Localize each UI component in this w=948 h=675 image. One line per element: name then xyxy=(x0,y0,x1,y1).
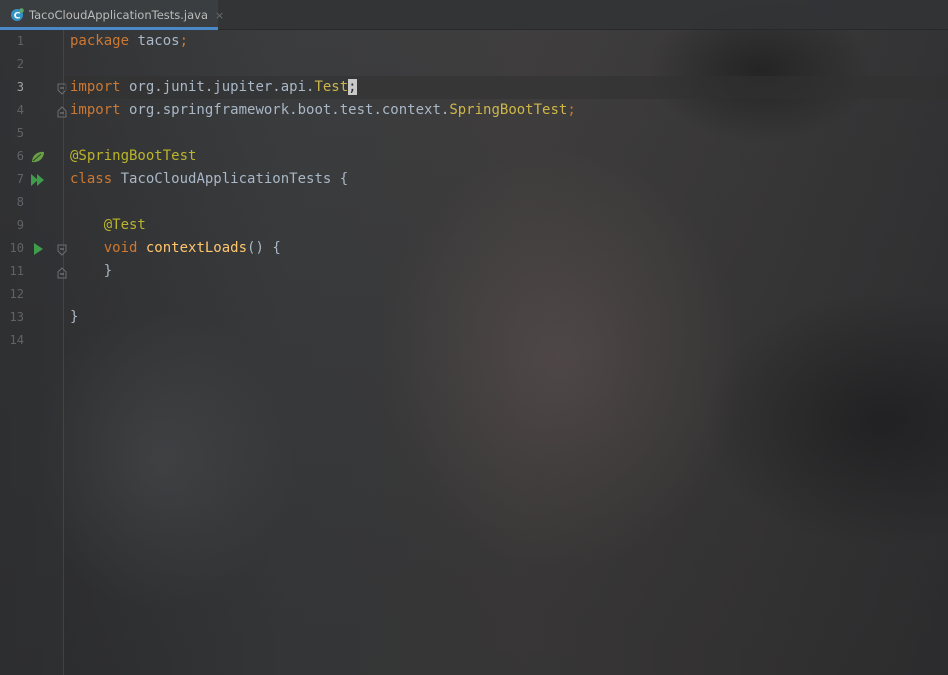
code-editor[interactable]: package tacos; import org.junit.jupiter.… xyxy=(65,30,948,675)
line-number: 13 xyxy=(9,310,24,324)
close-icon[interactable]: × xyxy=(215,9,224,22)
keyword: import xyxy=(70,79,121,95)
line-number: 8 xyxy=(16,195,24,209)
line-number: 2 xyxy=(16,57,24,71)
code-line-13[interactable]: } xyxy=(70,306,78,329)
code-line-7[interactable]: class TacoCloudApplicationTests { xyxy=(70,168,348,191)
semicolon: ; xyxy=(179,33,189,49)
run-all-tests-icon[interactable] xyxy=(30,172,46,188)
tab-tacocloudapplicationtests[interactable]: C TacoCloudApplicationTests.java × xyxy=(0,0,224,30)
text-cursor: ; xyxy=(348,79,357,95)
svg-text:C: C xyxy=(14,11,21,21)
line-number: 5 xyxy=(16,126,24,140)
semicolon: ; xyxy=(567,102,576,118)
spring-bean-icon[interactable] xyxy=(30,149,46,165)
keyword: import xyxy=(70,102,121,118)
method-params: () { xyxy=(247,240,281,256)
tab-title: TacoCloudApplicationTests.java xyxy=(29,8,209,22)
import-path: org.junit.jupiter.api. xyxy=(120,79,315,95)
import-path: org.springframework.boot.test.context. xyxy=(120,102,450,118)
line-number: 7 xyxy=(16,172,24,186)
code-line-3[interactable]: import org.junit.jupiter.api.Test; xyxy=(70,76,357,99)
line-number: 10 xyxy=(9,241,24,255)
line-number: 9 xyxy=(16,218,24,232)
annotation: @Test xyxy=(103,217,146,233)
editor-gutter: 1 2 3 4 5 6 7 8 9 10 11 12 13 14 xyxy=(0,30,67,675)
annotation: @SpringBootTest xyxy=(70,148,197,164)
class-name: TacoCloudApplicationTests xyxy=(112,171,332,187)
package-name: tacos xyxy=(129,33,180,49)
line-number: 4 xyxy=(16,103,24,117)
code-line-1[interactable]: package tacos; xyxy=(70,30,188,53)
editor-tab-bar: C TacoCloudApplicationTests.java × xyxy=(0,0,948,30)
imported-type: SpringBootTest xyxy=(449,102,568,118)
line-number: 1 xyxy=(16,34,24,48)
code-line-11[interactable]: } xyxy=(70,260,112,283)
line-number: 11 xyxy=(9,264,24,278)
code-line-4[interactable]: import org.springframework.boot.test.con… xyxy=(70,99,576,122)
line-number: 6 xyxy=(16,149,24,163)
method-name: contextLoads xyxy=(145,240,248,256)
ide-window: C TacoCloudApplicationTests.java × 1 2 3… xyxy=(0,0,948,675)
run-test-icon[interactable] xyxy=(30,241,46,257)
code-line-10[interactable]: void contextLoads() { xyxy=(70,237,281,260)
imported-type: Test xyxy=(314,79,349,95)
keyword: package xyxy=(70,33,130,49)
java-class-icon: C xyxy=(10,8,24,22)
line-number: 14 xyxy=(9,333,24,347)
code-line-6[interactable]: @SpringBootTest xyxy=(70,145,196,168)
keyword: class xyxy=(70,171,113,187)
line-number: 12 xyxy=(9,287,24,301)
line-number-current: 3 xyxy=(16,80,24,94)
brace: { xyxy=(331,171,349,187)
code-line-9[interactable]: @Test xyxy=(70,214,146,237)
keyword: void xyxy=(103,240,138,256)
